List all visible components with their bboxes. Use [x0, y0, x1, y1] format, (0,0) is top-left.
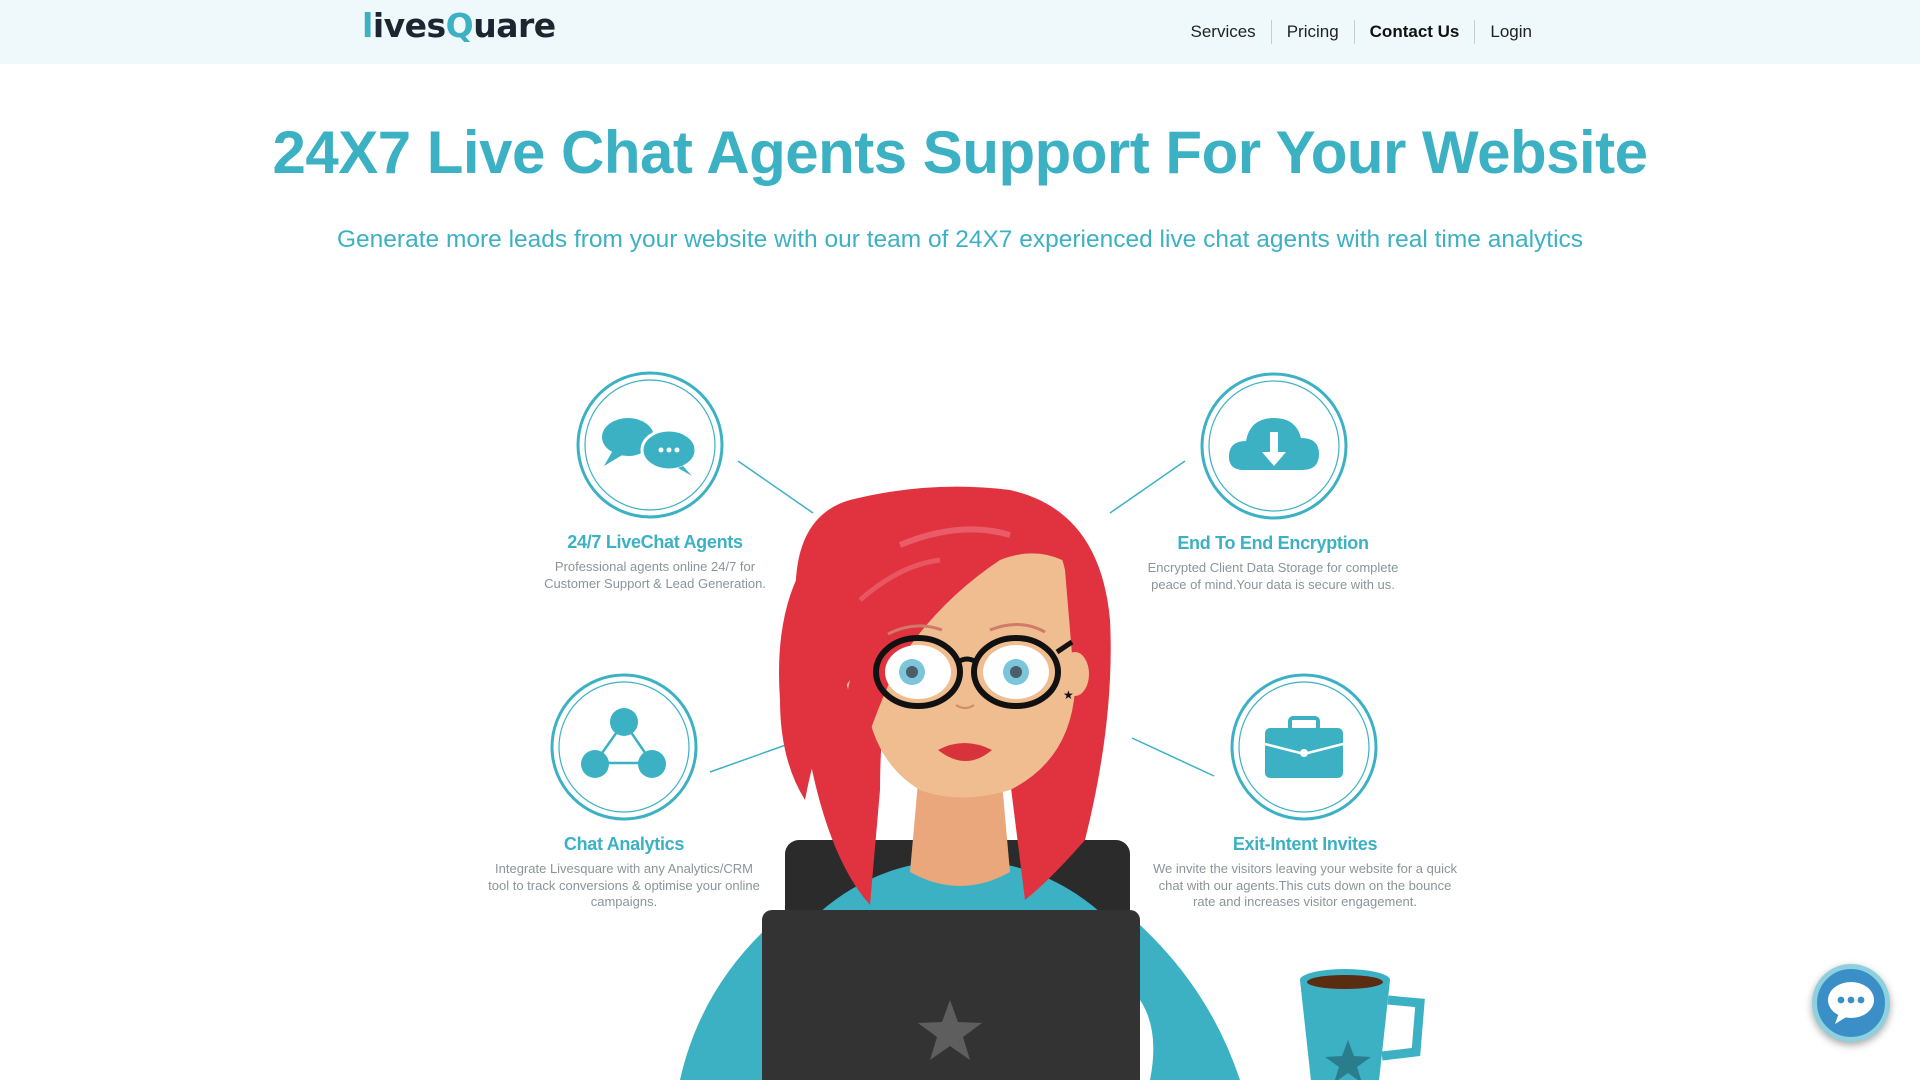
hero-subtitle: Generate more leads from your website wi…	[336, 226, 1584, 253]
feature-desc: We invite the visitors leaving your webs…	[1153, 861, 1457, 909]
feature-livechat-agents: 24/7 LiveChat Agents Professional agents…	[530, 532, 780, 592]
svg-text:★: ★	[857, 688, 868, 702]
cloud-download-icon	[1200, 372, 1348, 520]
main-nav: Services Pricing Contact Us Login	[1176, 20, 1548, 44]
livesquare-logo[interactable]: livesQuare	[362, 6, 556, 50]
chat-dots-icon	[1828, 982, 1874, 1024]
feature-desc: Encrypted Client Data Storage for comple…	[1147, 560, 1399, 592]
feature-exit-intent: Exit-Intent Invites We invite the visito…	[1150, 834, 1460, 911]
feature-title: Exit-Intent Invites	[1232, 834, 1378, 854]
feature-chat-analytics: Chat Analytics Integrate Livesquare with…	[480, 834, 768, 911]
briefcase-icon	[1230, 673, 1378, 821]
svg-text:★: ★	[1063, 688, 1074, 702]
chat-bubbles-icon	[576, 371, 724, 519]
nav-login[interactable]: Login	[1474, 20, 1547, 44]
chat-widget-button[interactable]	[1812, 964, 1890, 1042]
site-header: livesQuare Services Pricing Contact Us L…	[0, 0, 1920, 64]
network-nodes-icon	[550, 673, 698, 821]
feature-title: Chat Analytics	[563, 834, 685, 854]
feature-desc: Professional agents online 24/7 for Cust…	[544, 559, 766, 591]
connector-lines	[709, 460, 1215, 777]
feature-title: 24/7 LiveChat Agents	[567, 532, 743, 552]
hero-title: 24X7 Live Chat Agents Support For Your W…	[272, 119, 1648, 186]
feature-encryption: End To End Encryption Encrypted Client D…	[1132, 533, 1414, 593]
feature-title: End To End Encryption	[1177, 533, 1369, 553]
nav-contact-us[interactable]: Contact Us	[1353, 20, 1475, 44]
nav-pricing[interactable]: Pricing	[1270, 20, 1354, 44]
nav-services[interactable]: Services	[1176, 20, 1271, 44]
feature-desc: Integrate Livesquare with any Analytics/…	[488, 861, 760, 909]
